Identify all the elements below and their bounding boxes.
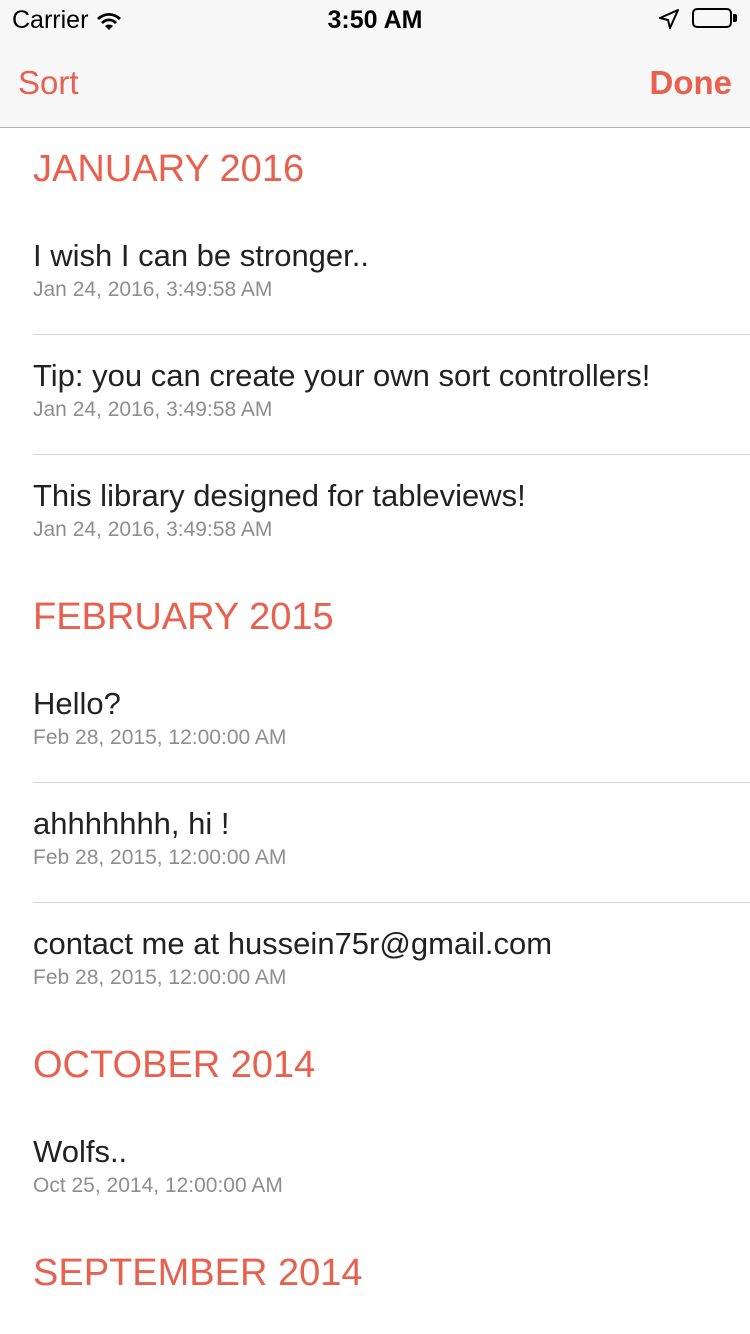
row-date: Feb 28, 2015, 12:00:00 AM (33, 966, 287, 989)
row-title: I wish I can be stronger.. (33, 238, 370, 273)
row-date: Jan 24, 2016, 3:49:58 AM (33, 398, 273, 421)
battery-icon (692, 8, 738, 30)
done-button[interactable]: Done (650, 64, 733, 102)
row-title: This library designed for tableviews! (33, 478, 526, 513)
status-time: 3:50 AM (327, 6, 423, 34)
sort-button[interactable]: Sort (18, 64, 79, 102)
status-right (658, 8, 738, 30)
table-row[interactable]: Hello? Feb 28, 2015, 12:00:00 AM (0, 664, 750, 783)
row-date: Oct 25, 2014, 12:00:00 AM (33, 1174, 283, 1197)
row-divider (33, 782, 750, 783)
table-row[interactable]: ahhhhhhh, hi ! Feb 28, 2015, 12:00:00 AM (0, 784, 750, 903)
row-divider (33, 902, 750, 903)
table-row[interactable]: Tip: you can create your own sort contro… (0, 336, 750, 455)
row-title: contact me at hussein75r@gmail.com (33, 926, 553, 961)
row-date: Feb 28, 2015, 12:00:00 AM (33, 726, 287, 749)
table-row[interactable]: This library designed for tableviews! Ja… (0, 456, 750, 575)
row-title: Hello? (33, 686, 121, 721)
row-date: Jan 24, 2016, 3:49:58 AM (33, 278, 273, 301)
row-divider (33, 454, 750, 455)
table-row[interactable]: Wolfs.. Oct 25, 2014, 12:00:00 AM (0, 1112, 750, 1231)
navigation-bar: Sort Done (0, 40, 750, 128)
table-row[interactable]: I wish I can be stronger.. Jan 24, 2016,… (0, 216, 750, 335)
location-arrow-icon (658, 8, 680, 30)
row-date: Jan 24, 2016, 3:49:58 AM (33, 518, 273, 541)
row-date: Feb 28, 2015, 12:00:00 AM (33, 846, 287, 869)
row-title: Wolfs.. (33, 1134, 128, 1169)
status-bar: Carrier 3:50 AM (0, 0, 750, 40)
row-title: Tip: you can create your own sort contro… (33, 358, 651, 393)
table-row[interactable]: contact me at hussein75r@gmail.com Feb 2… (0, 904, 750, 1023)
row-divider (33, 334, 750, 335)
section-header: OCTOBER 2014 (33, 1044, 316, 1086)
section-header: FEBRUARY 2015 (33, 596, 334, 638)
section-header: JANUARY 2016 (33, 148, 305, 190)
row-title: ahhhhhhh, hi ! (33, 806, 230, 841)
section-header: SEPTEMBER 2014 (33, 1252, 363, 1294)
